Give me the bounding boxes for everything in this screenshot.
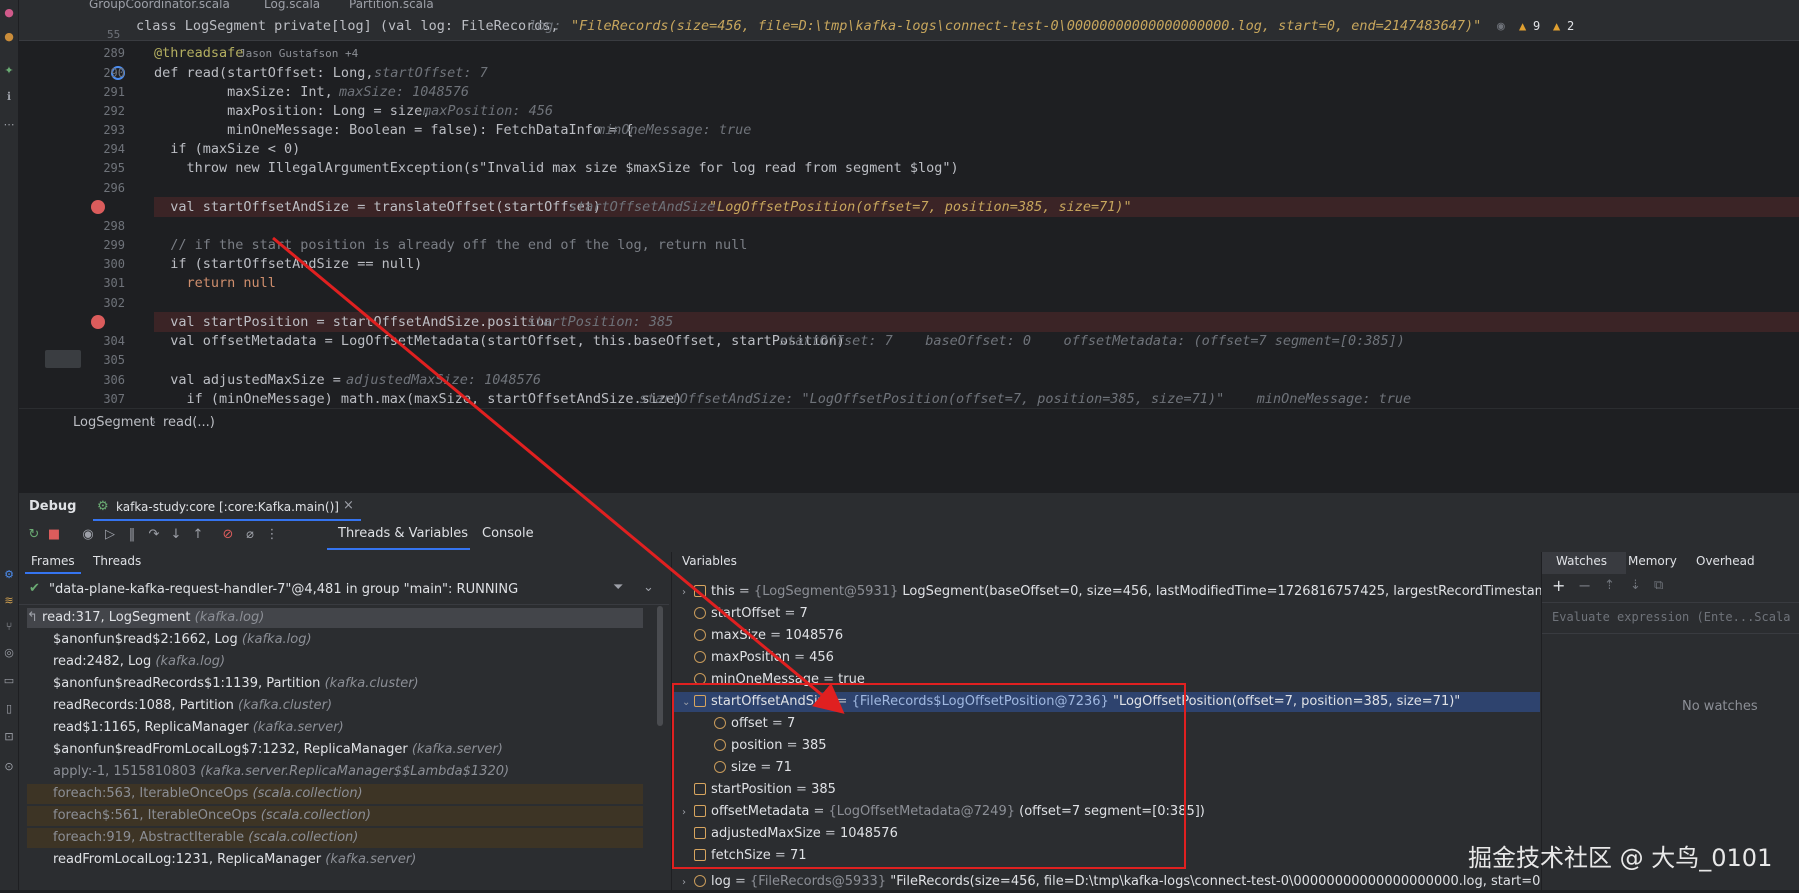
annotation-arrow bbox=[272, 236, 845, 714]
arrow-line bbox=[272, 236, 845, 714]
watermark: 掘金技术社区 @ 大鸟_0101 bbox=[1468, 844, 1773, 872]
